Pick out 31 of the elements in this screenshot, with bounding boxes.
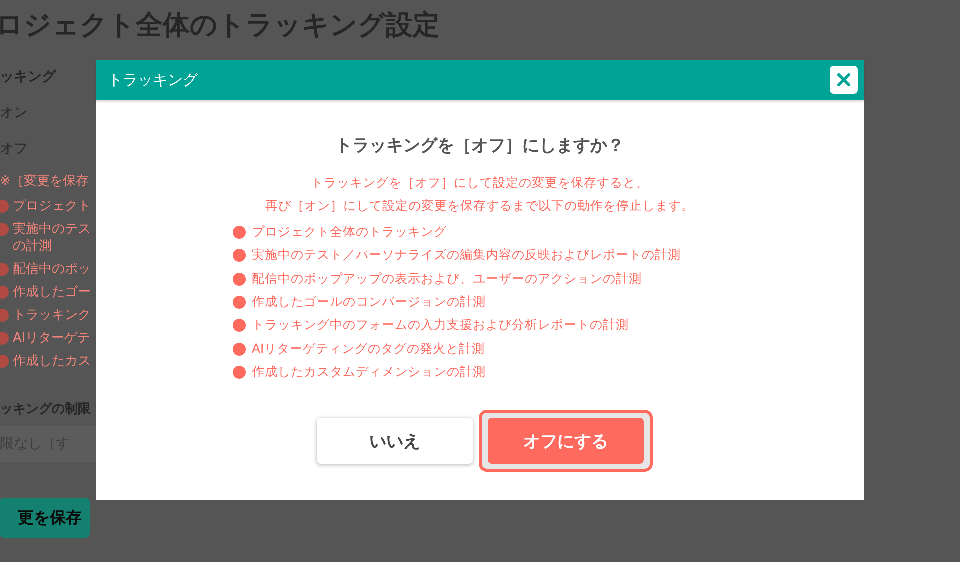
list-item-text: 作成したカス (13, 353, 91, 370)
bullet-icon (233, 249, 246, 262)
list-item-text: の計測 (13, 238, 52, 255)
bullet-icon (233, 342, 246, 356)
close-icon (837, 73, 851, 87)
list-item-text: AIリターゲティングのタグの発火と計測 (252, 340, 486, 358)
list-item-text: トラッキング中のフォームの入力支援および分析レポートの計測 (252, 317, 629, 334)
warning-message: トラッキングを［オフ］にして設定の変更を保存すると、 再び［オン］にして設定の変更を保存するまで以下の動作を停止します。 (266, 174, 694, 215)
bullet-icon (233, 272, 246, 286)
confirm-button[interactable]: オフにする (488, 418, 644, 464)
dialog-question: トラッキングを［オフ］にしますか？ (336, 135, 624, 157)
list-item-text: AIリターゲテ (13, 330, 91, 347)
cancel-button[interactable]: いいえ (317, 418, 473, 464)
dialog-title: トラッキング (108, 70, 198, 90)
list-item-text: 配信中のポッ (13, 261, 91, 278)
save-button[interactable]: 更を保存 (0, 498, 90, 538)
list-item-text: 配信中のポップアップの表示および、ユーザーのアクションの計測 (252, 270, 642, 288)
list-item-text: トラッキンク (13, 307, 91, 324)
bullet-icon (233, 226, 246, 240)
list-item-text: プロジェクト全体のトラッキング (252, 224, 447, 242)
list-item-text: プロジェクト (13, 198, 91, 215)
bullet-icon (233, 319, 246, 332)
bullet-icon (233, 296, 246, 310)
list-item-text: 作成したゴールのコンバージョンの計測 (252, 294, 486, 312)
list-item-text: 作成したゴー (13, 284, 91, 301)
close-button[interactable] (830, 66, 858, 94)
list-item-text: 作成したカスタムディメンションの計測 (252, 364, 486, 381)
notice-text: ※［変更を保存 (0, 173, 89, 190)
list-item-text: 実施中のテス (13, 221, 91, 238)
bullet-icon (233, 366, 246, 379)
list-item-text: 実施中のテスト／パーソナライズの編集内容の反映およびレポートの計測 (252, 247, 681, 264)
